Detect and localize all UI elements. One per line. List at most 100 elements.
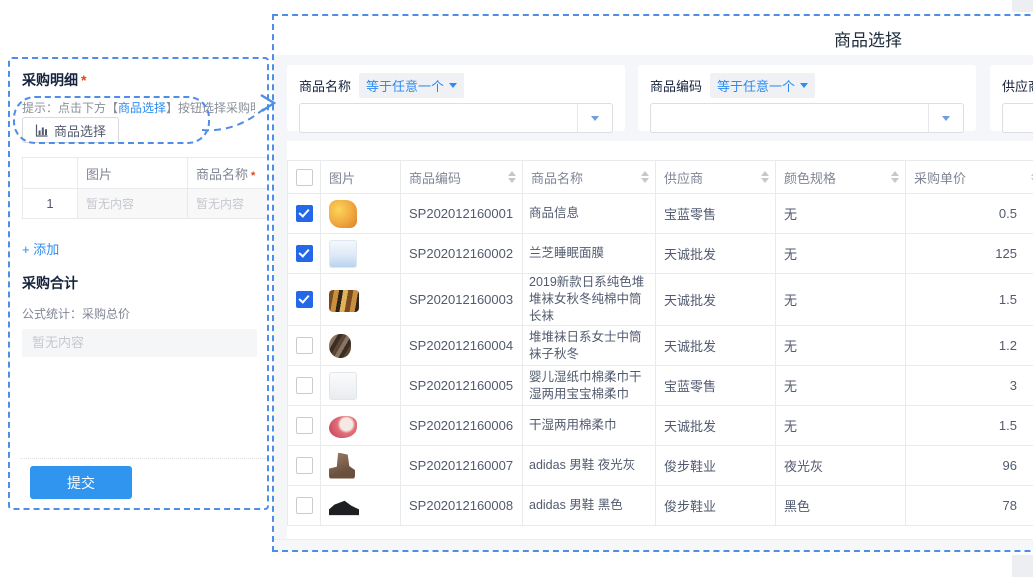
filter-card-header: 商品名称等于任意一个 (299, 74, 613, 96)
select-all-checkbox[interactable] (296, 169, 313, 186)
row-checkbox[interactable] (296, 205, 313, 222)
column-header-1: 图片 (321, 161, 401, 194)
product-select-modal: 商品选择 商品名称等于任意一个商品编码等于任意一个供应商等于 图片商品编码商品名… (272, 14, 1033, 552)
supplier-cell: 天诚批发 (656, 326, 776, 366)
caret-down-icon (942, 116, 950, 121)
filter-operator-dropdown[interactable]: 等于任意一个 (710, 73, 815, 98)
product-code-cell: SP202012160003 (401, 274, 523, 326)
row-checkbox[interactable] (296, 337, 313, 354)
required-asterisk: * (81, 72, 86, 88)
filter-value-input-box (299, 103, 613, 133)
bar-chart-icon (35, 124, 48, 137)
filter-field-label: 供应商 (1002, 76, 1033, 95)
row-checkbox[interactable] (296, 291, 313, 308)
unit-price-cell: 0.5 (906, 194, 1033, 234)
color-spec-cell: 无 (776, 366, 906, 406)
filter-bar: 商品名称等于任意一个商品编码等于任意一个供应商等于 (274, 55, 1033, 141)
row-checkbox-cell (288, 446, 321, 486)
sort-up-arrow (891, 171, 899, 176)
supplier-cell: 俊步鞋业 (656, 486, 776, 526)
filter-value-input[interactable] (300, 104, 612, 132)
filter-card-2: 商品编码等于任意一个 (638, 65, 976, 131)
product-select-button[interactable]: 商品选择 (22, 117, 119, 143)
filter-card-header: 供应商等于 (1002, 74, 1033, 96)
product-name-cell: 堆堆袜日系女士中筒袜子秋冬 (523, 326, 656, 366)
product-image-cell (321, 406, 401, 446)
purchase-total-title: 采购合计 (22, 273, 255, 293)
sort-icon[interactable] (641, 171, 649, 183)
supplier-cell: 俊步鞋业 (656, 446, 776, 486)
column-header-label: 颜色规格 (784, 171, 836, 186)
divider (20, 458, 267, 459)
filter-value-input[interactable] (651, 104, 963, 132)
required-asterisk: * (251, 170, 255, 182)
product-code-cell: SP202012160004 (401, 326, 523, 366)
filter-operator-text: 等于任意一个 (717, 76, 795, 95)
sort-icon[interactable] (891, 171, 899, 183)
product-image-cell (321, 326, 401, 366)
modal-footer (274, 539, 1033, 550)
caret-down-icon (449, 83, 457, 88)
column-header-label: 采购单价 (914, 171, 966, 186)
table-row[interactable]: SP202012160002兰芝睡眠面膜天诚批发无125 (288, 234, 1033, 274)
submit-button[interactable]: 提交 (30, 466, 132, 499)
product-image-cell (321, 274, 401, 326)
column-header-label: 图片 (329, 171, 355, 186)
unit-price-cell: 3 (906, 366, 1033, 406)
row-checkbox-cell (288, 194, 321, 234)
filter-value-input[interactable] (1003, 104, 1033, 132)
filter-operator-text: 等于任意一个 (366, 76, 444, 95)
name-placeholder-cell: 暂无内容 (188, 189, 270, 219)
mini-table-row: 1 暂无内容 暂无内容 (23, 189, 270, 219)
table-row[interactable]: SP2020121600032019新款日系纯色堆堆袜女秋冬纯棉中筒长袜天诚批发… (288, 274, 1033, 326)
table-row[interactable]: SP202012160006干湿两用棉柔巾天诚批发无1.5 (288, 406, 1033, 446)
table-header-row: 图片商品编码商品名称供应商颜色规格采购单价 (288, 161, 1033, 194)
filter-operator-dropdown[interactable]: 等于任意一个 (359, 73, 464, 98)
table-row[interactable]: SP202012160001商品信息宝蓝零售无0.5 (288, 194, 1033, 234)
mini-col-image: 图片 (78, 158, 188, 189)
sort-up-arrow (508, 171, 516, 176)
sort-icon[interactable] (761, 171, 769, 183)
row-checkbox-cell (288, 326, 321, 366)
table-row[interactable]: SP202012160008adidas 男鞋 黑色俊步鞋业黑色78 (288, 486, 1033, 526)
filter-field-label: 商品编码 (650, 76, 702, 95)
sort-down-arrow (641, 178, 649, 183)
supplier-cell: 天诚批发 (656, 406, 776, 446)
color-spec-cell: 无 (776, 194, 906, 234)
product-image (329, 334, 351, 358)
row-index: 1 (23, 189, 78, 219)
product-image (329, 290, 359, 312)
unit-price-cell: 78 (906, 486, 1033, 526)
filter-input-dropdown-button[interactable] (577, 104, 612, 132)
purchase-detail-title-text: 采购明细 (22, 72, 78, 88)
column-header-5: 颜色规格 (776, 161, 906, 194)
row-checkbox-cell (288, 234, 321, 274)
product-table: 图片商品编码商品名称供应商颜色规格采购单价 SP202012160001商品信息… (287, 160, 1033, 526)
add-row-link[interactable]: + 添加 (22, 239, 59, 258)
filter-input-dropdown-button[interactable] (928, 104, 963, 132)
sort-up-arrow (641, 171, 649, 176)
product-image-cell (321, 234, 401, 274)
column-header-3: 商品名称 (523, 161, 656, 194)
total-placeholder-text: 暂无内容 (32, 335, 84, 350)
product-name-cell: adidas 男鞋 夜光灰 (523, 446, 656, 486)
filter-card-1: 商品名称等于任意一个 (287, 65, 625, 131)
sort-icon[interactable] (508, 171, 516, 183)
row-checkbox[interactable] (296, 497, 313, 514)
unit-price-cell: 1.5 (906, 406, 1033, 446)
row-checkbox-cell (288, 406, 321, 446)
row-checkbox[interactable] (296, 377, 313, 394)
unit-price-cell: 1.2 (906, 326, 1033, 366)
unit-price-cell: 1.5 (906, 274, 1033, 326)
unit-price-cell: 125 (906, 234, 1033, 274)
supplier-cell: 宝蓝零售 (656, 366, 776, 406)
row-checkbox[interactable] (296, 457, 313, 474)
row-checkbox[interactable] (296, 245, 313, 262)
table-row[interactable]: SP202012160005婴儿湿纸巾棉柔巾干湿两用宝宝棉柔巾宝蓝零售无3 (288, 366, 1033, 406)
sort-up-arrow (761, 171, 769, 176)
table-row[interactable]: SP202012160004堆堆袜日系女士中筒袜子秋冬天诚批发无1.2 (288, 326, 1033, 366)
table-row[interactable]: SP202012160007adidas 男鞋 夜光灰俊步鞋业夜光灰96 (288, 446, 1033, 486)
row-checkbox[interactable] (296, 417, 313, 434)
purchase-detail-panel: 采购明细* 提示：点击下方【商品选择】按钮选择采购明细商品 商品选择 图片 商品… (8, 57, 269, 510)
product-image (329, 416, 357, 438)
